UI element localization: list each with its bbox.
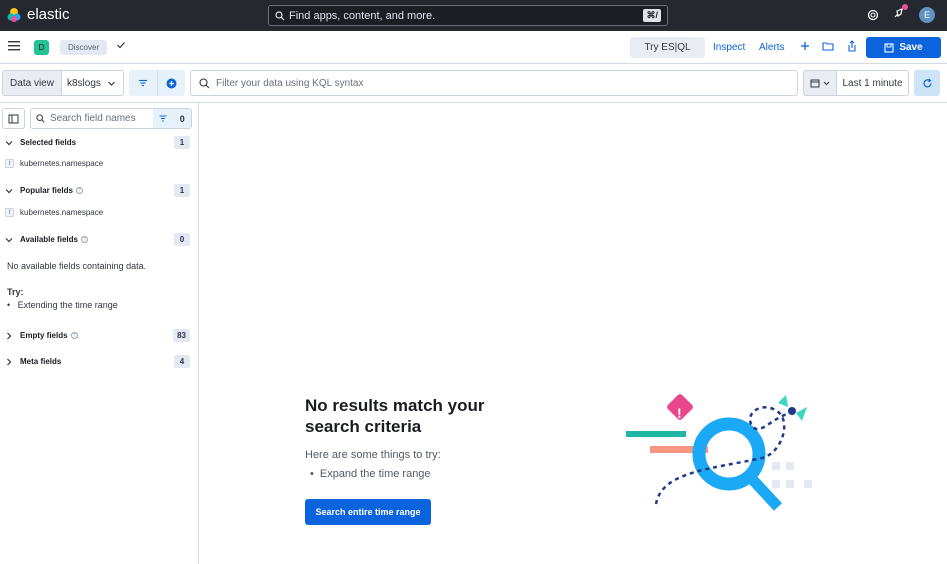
filter-icon [159,115,167,122]
app-header: D Discover Try ES|QL Inspect Alerts Save [0,31,947,64]
elastic-logo[interactable]: elastic [6,6,70,23]
menu-icon[interactable] [8,41,20,51]
data-view-label: Data view [2,70,62,96]
tip-item: • Extending the time range [7,300,118,310]
field-name: kubernetes.namespace [20,208,104,217]
selected-fields-title: Selected fields [20,138,77,147]
field-list-sidebar: Search field names 0 Selected fields 1 t… [0,103,199,564]
search-icon [275,10,285,20]
suggestion-text: Expand the time range [319,468,431,480]
filter-icon [139,79,147,87]
share-icon[interactable] [846,40,858,52]
chevron-right-icon [7,332,12,340]
no-results-illustration: ! [626,394,812,511]
brand-name: elastic [27,6,70,23]
field-search-placeholder: Search field names [50,113,136,124]
popular-fields-count: 1 [174,184,190,197]
save-label: Save [899,42,923,53]
empty-fields-title: Empty fields [20,331,68,340]
refresh-button[interactable] [914,70,940,96]
query-bar: Data view k8slogs Filter your data using… [0,64,947,103]
folder-open-icon[interactable] [822,40,834,52]
quick-date-menu-button[interactable] [803,70,837,96]
search-shortcut-badge: ⌘/ [643,9,661,22]
field-name: kubernetes.namespace [20,159,104,168]
chevron-down-icon [5,189,13,194]
add-filter-button[interactable] [157,70,185,96]
empty-fields-count: 83 [173,329,190,342]
filter-menu-button[interactable] [129,70,157,96]
refresh-icon [922,78,932,87]
breadcrumb-discover[interactable]: Discover [60,40,108,55]
kql-placeholder: Filter your data using KQL syntax [216,77,364,89]
check-icon [117,42,125,49]
space-avatar[interactable]: D [34,40,49,55]
empty-fields-header: Empty fields? [20,331,78,340]
try-label: Try: [7,287,24,297]
no-fields-message: No available fields containing data. [7,261,147,271]
text-type-icon: t [5,159,14,168]
search-icon [36,114,45,123]
global-search-placeholder: Find apps, content, and more. [289,9,436,22]
try-esql-button[interactable]: Try ES|QL [630,37,705,58]
text-type-icon: t [5,208,14,217]
no-results-title: No results match your search criteria [305,396,485,436]
question-icon[interactable]: ? [75,187,83,194]
question-icon[interactable]: ? [70,332,78,339]
main-content: No results match your search criteria He… [200,103,947,564]
chevron-down-icon [5,141,13,146]
search-icon [199,77,210,88]
time-range-display[interactable]: Last 1 minute [837,70,909,96]
meta-fields-title: Meta fields [20,357,62,366]
save-icon [884,42,894,53]
field-item[interactable]: t kubernetes.namespace [5,159,103,168]
data-view-value: k8slogs [67,77,101,89]
kql-query-input[interactable]: Filter your data using KQL syntax [190,70,798,96]
chevron-down-icon [107,81,115,86]
suggestion-item: • Expand the time range [310,468,431,480]
field-search-input[interactable]: Search field names 0 [30,108,192,129]
available-fields-title: Available fields [20,235,78,244]
new-icon[interactable] [800,40,810,52]
help-icon[interactable] [867,9,879,21]
svg-text:!: ! [677,405,682,421]
meta-fields-toggle[interactable]: Meta fields 4 [0,355,199,371]
selected-fields-count: 1 [174,136,190,149]
field-filter-count: 0 [179,113,185,124]
popular-fields-toggle[interactable]: Popular fields? 1 [0,184,199,200]
question-icon[interactable]: ? [80,236,88,243]
inspect-link[interactable]: Inspect [713,42,745,53]
notification-dot [902,4,908,10]
global-search-input[interactable]: Find apps, content, and more. ⌘/ [268,5,668,26]
sidebar-toggle-icon [8,114,19,123]
popular-fields-title: Popular fields [20,186,73,195]
chevron-right-icon [7,358,12,366]
available-fields-count: 0 [174,233,190,246]
field-item[interactable]: t kubernetes.namespace [5,208,103,217]
global-header: elastic Find apps, content, and more. ⌘/… [0,0,947,31]
no-results-subtitle: Here are some things to try: [305,449,441,461]
calendar-icon [810,79,820,88]
chevron-down-icon [5,238,13,243]
alerts-link[interactable]: Alerts [759,42,785,53]
empty-fields-toggle[interactable]: Empty fields? 83 [0,329,199,345]
data-view-select[interactable]: k8slogs [61,70,124,96]
save-button[interactable]: Save [866,37,941,58]
available-fields-toggle[interactable]: Available fields? 0 [0,233,199,249]
meta-fields-count: 4 [174,355,190,368]
elastic-logo-icon [7,7,21,22]
news-feed-button[interactable] [893,4,908,24]
collapse-sidebar-button[interactable] [2,108,25,129]
field-type-filter-button[interactable]: 0 [153,109,191,128]
tip-text: Extending the time range [17,300,118,310]
selected-fields-toggle[interactable]: Selected fields 1 [0,136,199,152]
available-fields-header: Available fields? [20,235,88,244]
popular-fields-header: Popular fields? [20,186,83,195]
plus-in-circle-icon [166,78,177,88]
user-avatar[interactable]: E [919,7,935,23]
chevron-down-icon [823,81,830,85]
search-entire-time-range-button[interactable]: Search entire time range [305,499,431,525]
